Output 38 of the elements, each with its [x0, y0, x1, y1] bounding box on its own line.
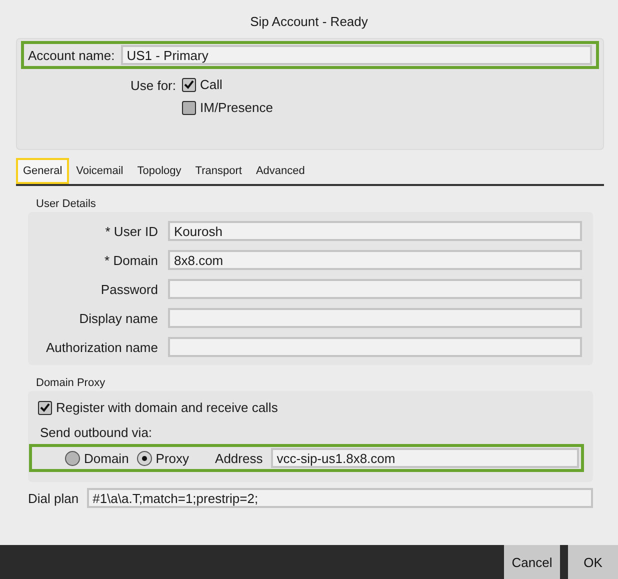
section-title: User Details — [36, 198, 97, 210]
checkbox-label: Call — [200, 77, 222, 92]
radio-button[interactable] — [65, 450, 80, 466]
section-title: Domain Proxy — [36, 377, 106, 389]
field-label: Use for: — [129, 77, 176, 95]
checkbox-label: Register with domain and receive calls — [56, 400, 278, 415]
field-label: Account name: — [28, 48, 115, 62]
input-field[interactable] — [168, 279, 582, 299]
field-label: Authorization name — [44, 340, 158, 354]
dialog-button[interactable]: Cancel — [504, 545, 560, 579]
tab[interactable]: General — [16, 158, 70, 184]
input-field[interactable]: Kourosh — [168, 221, 582, 241]
dialog-button[interactable]: OK — [568, 545, 618, 579]
radio-label: Proxy — [156, 450, 190, 466]
field-label: Address — [215, 450, 263, 466]
tab[interactable]: Advanced — [248, 158, 312, 184]
input-field[interactable]: US1 - Primary — [120, 45, 592, 65]
input-field[interactable]: #1\a\a.T;match=1;prestrip=2; — [86, 488, 593, 508]
checkbox[interactable] — [38, 400, 52, 414]
input-field[interactable]: 8x8.com — [168, 250, 582, 270]
field-label: Display name — [78, 310, 158, 326]
checkbox[interactable] — [182, 78, 196, 92]
checkbox[interactable] — [182, 100, 196, 114]
tab[interactable]: Topology — [130, 158, 188, 184]
field-label: Dial plan — [28, 490, 79, 506]
field-label: * Domain — [104, 252, 158, 268]
input-field[interactable] — [168, 308, 582, 328]
input-field[interactable]: vcc-sip-us1.8x8.com — [270, 448, 579, 468]
radio-button[interactable] — [136, 450, 152, 466]
radio-label: Domain — [84, 450, 129, 466]
checkbox-label: IM/Presence — [200, 100, 273, 115]
field-label: Send outbound via: — [40, 425, 154, 440]
field-label: Password — [100, 282, 158, 296]
tab[interactable]: Voicemail — [69, 158, 130, 184]
window-title: Sip Account - Ready — [250, 14, 368, 29]
tab[interactable]: Transport — [188, 158, 249, 184]
input-field[interactable] — [168, 337, 582, 357]
field-label: * User ID — [104, 224, 158, 238]
